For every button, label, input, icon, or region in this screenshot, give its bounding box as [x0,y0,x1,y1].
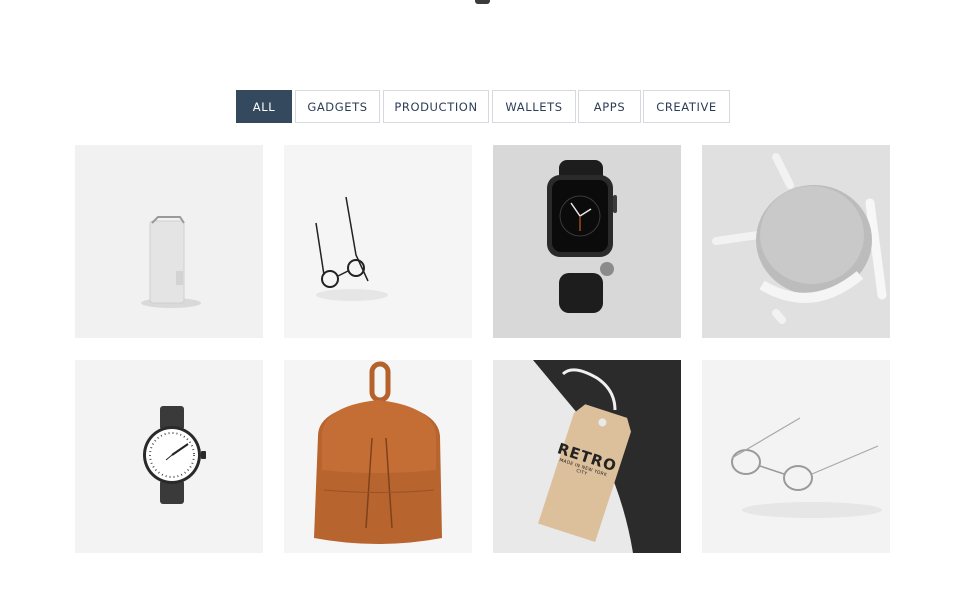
portfolio-item-minimal-watch[interactable] [75,360,263,553]
leather-backpack-image [284,360,472,553]
filter-gadgets-button[interactable]: GADGETS [295,90,380,123]
portfolio-item-stone-phone[interactable] [75,145,263,338]
smartwatch-image [493,145,681,338]
portfolio-item-wire-glasses[interactable] [702,360,890,553]
portfolio-item-white-chair[interactable] [702,145,890,338]
filter-wallets-button[interactable]: WALLETS [492,90,576,123]
wire-glasses-image [702,360,890,553]
portfolio-item-floating-glasses[interactable] [284,145,472,338]
portfolio-item-leather-backpack[interactable] [284,360,472,553]
stone-phone-image [75,145,263,338]
filter-creative-button[interactable]: CREATIVE [643,90,730,123]
white-chair-image [702,145,890,338]
floating-glasses-image [284,145,472,338]
filter-apps-button[interactable]: APPS [578,90,641,123]
portfolio-item-retro-tag[interactable]: RETRO MADE IN NEW YORK CITY [493,360,681,553]
filter-production-button[interactable]: PRODUCTION [383,90,489,123]
filter-all-button[interactable]: ALL [236,90,292,123]
minimal-watch-image [75,360,263,553]
page-top-fragment [475,0,490,4]
portfolio-item-smartwatch[interactable] [493,145,681,338]
